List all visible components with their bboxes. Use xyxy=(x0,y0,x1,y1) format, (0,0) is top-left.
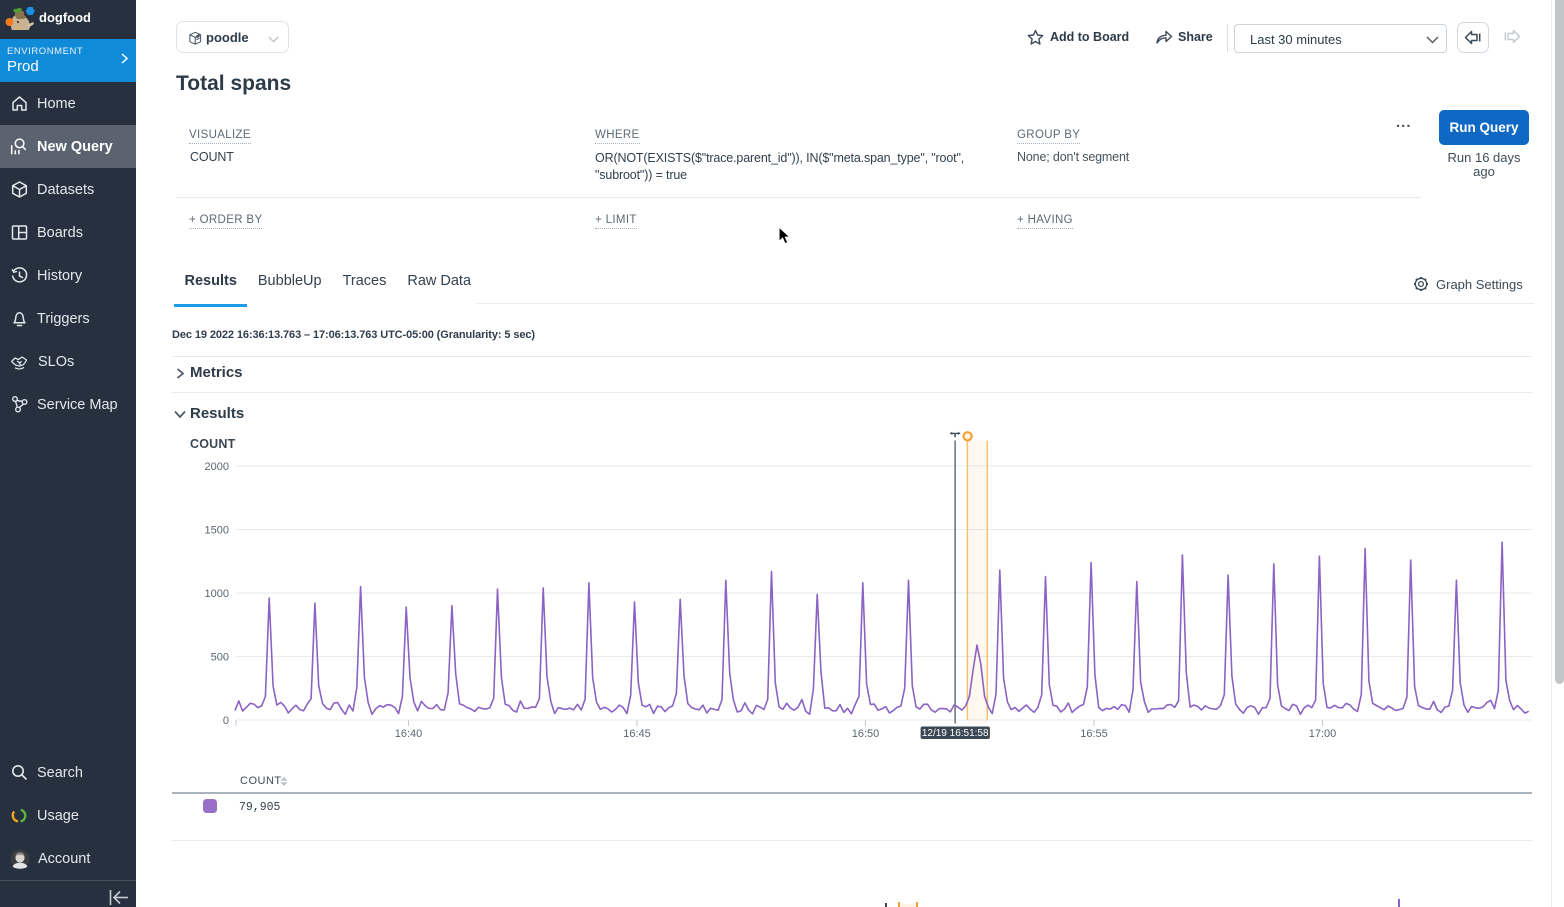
svg-text:0: 0 xyxy=(223,715,229,727)
svg-text:1500: 1500 xyxy=(205,525,229,537)
svg-text:16:40: 16:40 xyxy=(395,728,423,740)
svg-text:16:55: 16:55 xyxy=(1080,728,1108,740)
svg-text:500: 500 xyxy=(211,652,229,664)
svg-text:1000: 1000 xyxy=(205,588,229,600)
svg-text:12/19 16:51:58: 12/19 16:51:58 xyxy=(922,728,989,739)
svg-text:2000: 2000 xyxy=(205,461,229,473)
svg-text:16:45: 16:45 xyxy=(623,728,651,740)
svg-text:17:00: 17:00 xyxy=(1309,728,1337,740)
svg-text:16:50: 16:50 xyxy=(852,728,880,740)
